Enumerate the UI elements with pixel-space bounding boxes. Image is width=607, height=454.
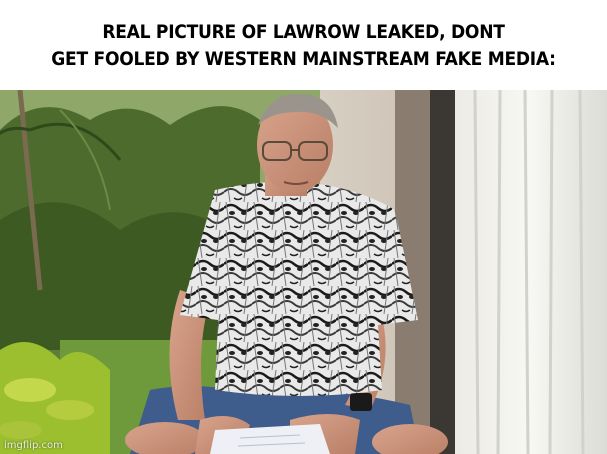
meme-photo: imgflip.com (0, 90, 607, 454)
meme-canvas: REAL PICTURE OF LAWROW LEAKED, DONT GET … (0, 0, 607, 454)
caption-line-2: GET FOOLED BY WESTERN MAINSTREAM FAKE ME… (51, 48, 556, 70)
caption-line-1: REAL PICTURE OF LAWROW LEAKED, DONT (102, 21, 505, 43)
meme-caption: REAL PICTURE OF LAWROW LEAKED, DONT GET … (30, 6, 576, 86)
photo-illustration (0, 90, 607, 454)
imgflip-watermark: imgflip.com (4, 440, 63, 451)
